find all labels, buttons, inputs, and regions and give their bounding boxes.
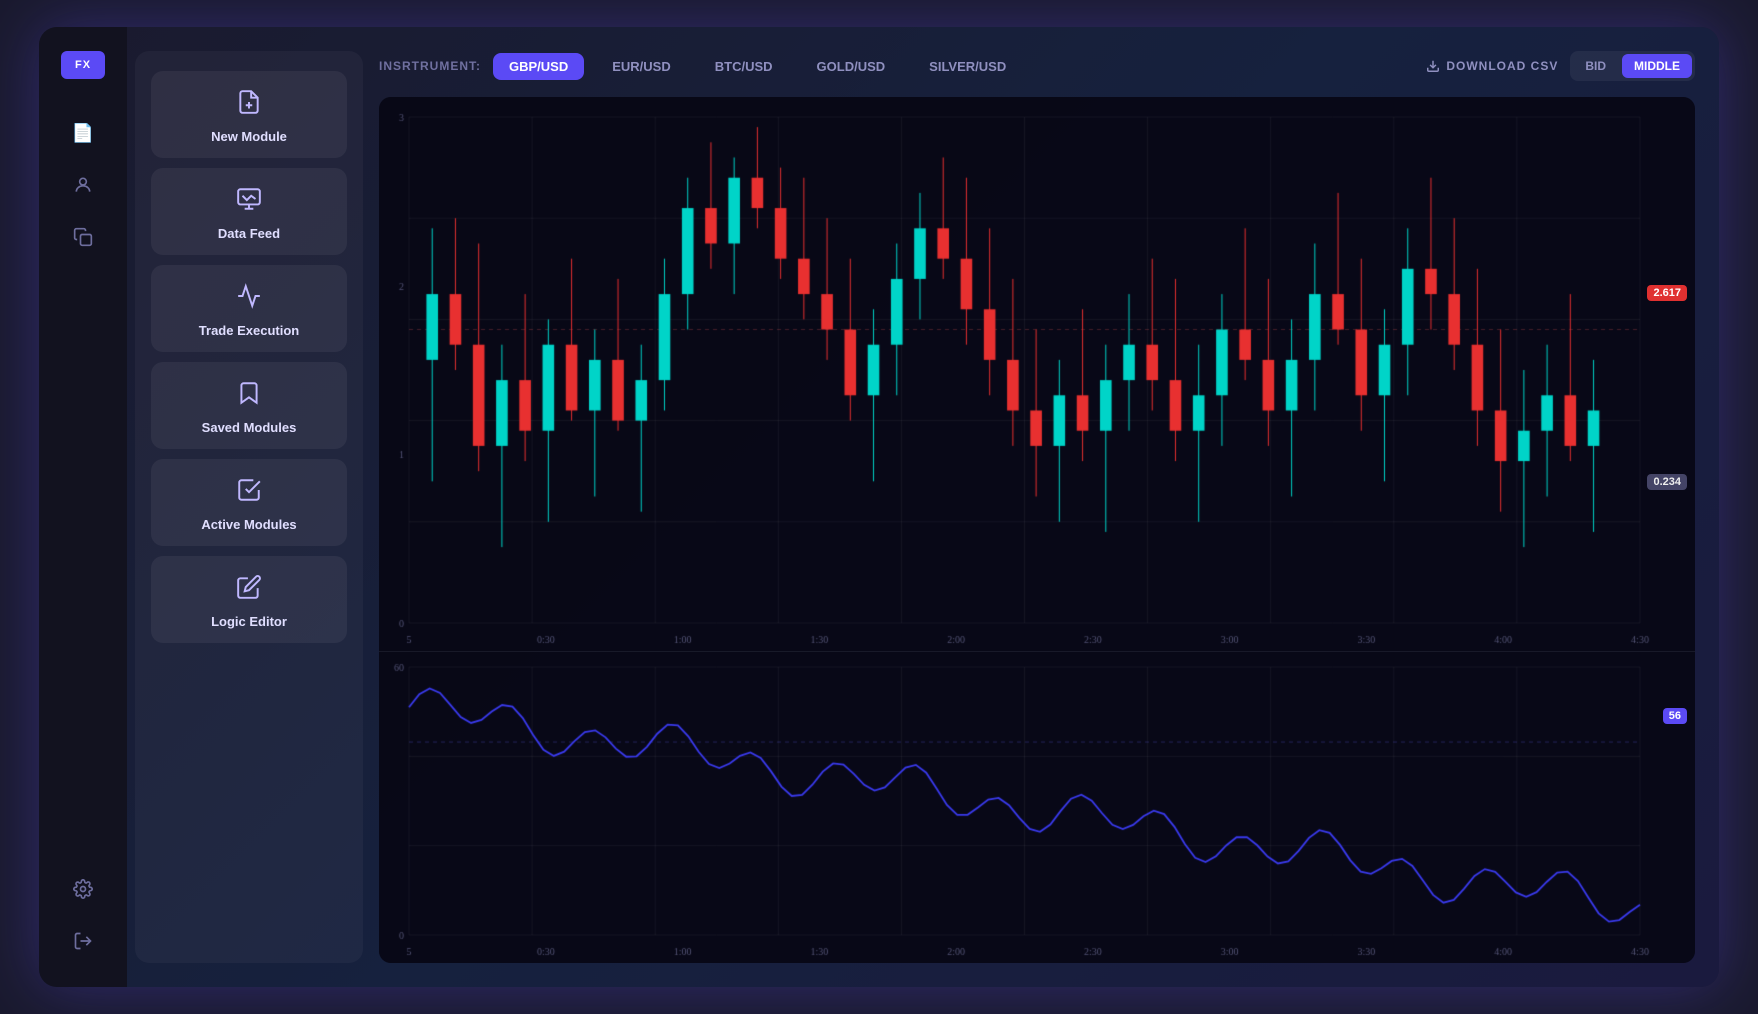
download-icon <box>1426 59 1440 73</box>
settings-nav-icon[interactable] <box>61 867 105 911</box>
logic-editor-icon <box>236 574 262 606</box>
trade-execution-label: Trade Execution <box>199 323 299 338</box>
middle-mode-button[interactable]: MIDDLE <box>1622 54 1692 78</box>
icon-sidebar: FX 📄 <box>39 27 127 987</box>
module-sidebar: New Module Data Feed Trade Execution <box>135 51 363 963</box>
oscillator-label: 56 <box>1663 708 1687 724</box>
main-content: INSRTRUMENT: GBP/USD EUR/USD BTC/USD GOL… <box>363 27 1719 987</box>
app-window: FX 📄 <box>39 27 1719 987</box>
instrument-tab-silver-usd[interactable]: SILVER/USD <box>913 53 1022 80</box>
data-feed-icon <box>236 186 262 218</box>
document-nav-icon[interactable]: 📄 <box>61 111 105 155</box>
user-nav-icon[interactable] <box>61 163 105 207</box>
data-feed-label: Data Feed <box>218 226 280 241</box>
logo-area: FX <box>61 51 105 79</box>
saved-modules-icon <box>236 380 262 412</box>
saved-modules-label: Saved Modules <box>202 420 297 435</box>
instrument-label: INSRTRUMENT: <box>379 59 481 73</box>
chart-lower: 56 <box>379 651 1695 963</box>
oscillator-chart <box>379 652 1695 963</box>
data-feed-card[interactable]: Data Feed <box>151 168 347 255</box>
instrument-tab-btc-usd[interactable]: BTC/USD <box>699 53 789 80</box>
active-modules-card[interactable]: Active Modules <box>151 459 347 546</box>
logic-editor-card[interactable]: Logic Editor <box>151 556 347 643</box>
price-label-low: 0.234 <box>1647 474 1687 490</box>
chart-upper: 2.617 0.234 <box>379 97 1695 651</box>
chart-container: 2.617 0.234 56 <box>379 97 1695 963</box>
trade-execution-icon <box>236 283 262 315</box>
bid-mode-button[interactable]: BID <box>1573 54 1618 78</box>
price-mode-group: BID MIDDLE <box>1570 51 1695 81</box>
active-modules-label: Active Modules <box>201 517 296 532</box>
new-module-icon <box>236 89 262 121</box>
new-module-label: New Module <box>211 129 287 144</box>
copy-nav-icon[interactable] <box>61 215 105 259</box>
price-label-high: 2.617 <box>1647 285 1687 301</box>
candlestick-chart <box>379 97 1695 651</box>
instrument-tab-eur-usd[interactable]: EUR/USD <box>596 53 687 80</box>
instrument-tab-gbp-usd[interactable]: GBP/USD <box>493 53 584 80</box>
instrument-tab-gold-usd[interactable]: GOLD/USD <box>801 53 902 80</box>
logo-badge: FX <box>61 51 105 79</box>
trade-execution-card[interactable]: Trade Execution <box>151 265 347 352</box>
instrument-bar: INSRTRUMENT: GBP/USD EUR/USD BTC/USD GOL… <box>379 51 1695 81</box>
saved-modules-card[interactable]: Saved Modules <box>151 362 347 449</box>
logout-nav-icon[interactable] <box>61 919 105 963</box>
logic-editor-label: Logic Editor <box>211 614 287 629</box>
active-modules-icon <box>236 477 262 509</box>
new-module-card[interactable]: New Module <box>151 71 347 158</box>
download-csv-button[interactable]: DOWNLOAD CSV <box>1426 59 1558 73</box>
